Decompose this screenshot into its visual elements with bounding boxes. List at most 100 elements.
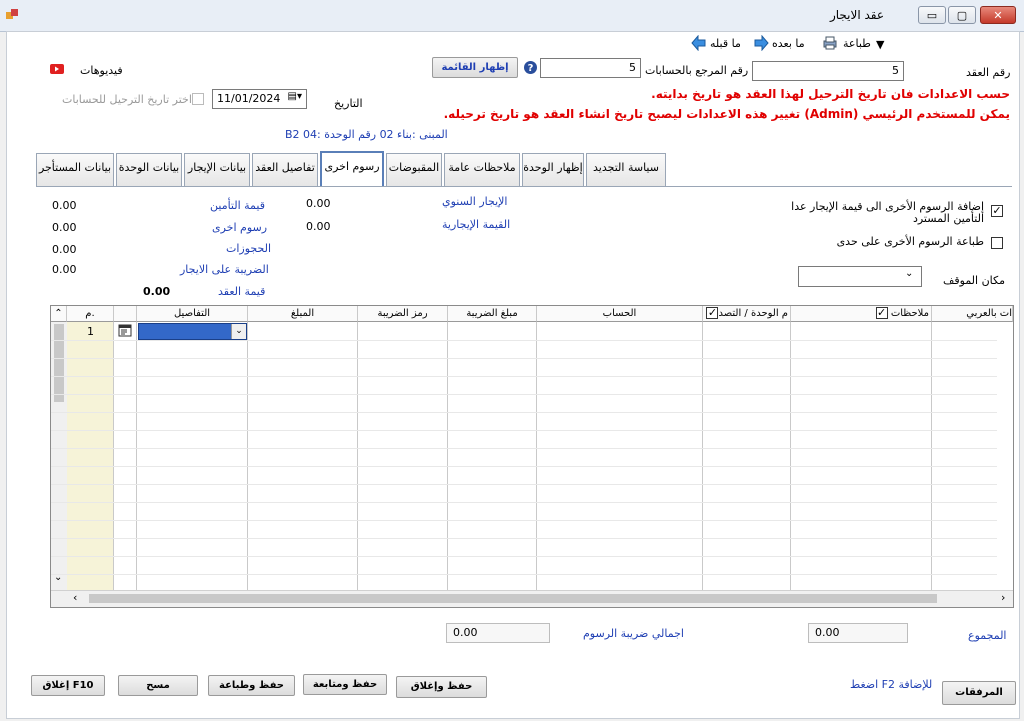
grid-row-line xyxy=(51,520,997,521)
tab-show-unit[interactable]: إظهار الوحدة xyxy=(522,153,584,186)
edit-row-icon[interactable] xyxy=(118,324,132,337)
col-header-tax-code[interactable]: رمز الضريبة xyxy=(358,306,448,322)
rent-value-value: 0.00 xyxy=(306,220,331,233)
col-tax-amount xyxy=(448,322,537,590)
youtube-icon[interactable] xyxy=(50,64,64,74)
tab-receipts[interactable]: المقبوضات xyxy=(386,153,442,186)
warning-line-1: حسب الاعدادات فان تاريخ الترحيل لهذا الع… xyxy=(651,87,1010,101)
scroll-left-icon[interactable]: ‹ xyxy=(73,591,77,604)
row-number-column xyxy=(67,322,114,590)
tab-renewal-policy[interactable]: سياسة التجديد xyxy=(586,153,666,186)
rent-tax-label: الضريبة على الايجار xyxy=(180,263,269,276)
details-dropdown[interactable]: ⌄ xyxy=(138,323,247,340)
col-header-account[interactable]: الحساب xyxy=(537,306,703,322)
save-close-button[interactable]: حفظ وإغلاق xyxy=(396,676,487,698)
row-icon-column xyxy=(114,322,137,590)
minimize-button[interactable]: ▭ xyxy=(918,6,946,24)
scroll-right-icon[interactable]: › xyxy=(1001,591,1005,604)
add-fees-checkbox[interactable]: ✓ xyxy=(991,205,1003,217)
insurance-label: قيمة التأمين xyxy=(210,199,265,212)
col-notes-checkbox[interactable]: ✓ xyxy=(875,307,888,319)
chevron-down-icon[interactable]: ▼ xyxy=(876,38,884,51)
date-value: 11/01/2024 xyxy=(217,92,281,105)
grid-row-line xyxy=(51,430,997,431)
reservations-label: الحجوزات xyxy=(226,242,272,255)
ref-no-field[interactable]: 5 xyxy=(540,58,641,78)
save-print-button[interactable]: حفظ وطباعة xyxy=(208,675,295,696)
horizontal-scrollbar[interactable]: ‹ › xyxy=(51,590,1013,607)
col-notes-label: ملاحظات xyxy=(890,308,929,319)
tax-total-field: 0.00 xyxy=(446,623,550,643)
calendar-dropdown-icon[interactable]: ▤▾ xyxy=(288,91,302,102)
date-picker[interactable]: 11/01/2024 ▤▾ xyxy=(212,89,307,109)
scroll-up-icon[interactable]: ⌃ xyxy=(51,306,67,322)
other-fees-label: رسوم اخرى xyxy=(212,221,268,234)
maximize-button[interactable]: ▢ xyxy=(948,6,976,24)
tab-other-fees[interactable]: رسوم اخرى xyxy=(320,151,384,186)
save-continue-button[interactable]: حفظ ومتابعة xyxy=(303,674,387,695)
contract-value-label: قيمة العقد xyxy=(218,285,266,298)
tab-contract-details[interactable]: تفاصيل العقد xyxy=(252,153,318,186)
printer-icon[interactable] xyxy=(822,35,838,51)
col-notes xyxy=(791,322,932,590)
f2-hint: اضغط F2 للإضافة xyxy=(850,678,933,691)
col-unit-checkbox[interactable]: ✓ xyxy=(706,307,719,319)
close-button[interactable]: ✕ xyxy=(980,6,1016,24)
close-f10-button[interactable]: إغلاق F10 xyxy=(31,675,105,696)
grid-row-line xyxy=(51,412,997,413)
grid-row-line xyxy=(51,574,997,575)
attachments-button[interactable]: المرفقات xyxy=(942,681,1016,705)
col-header-amount[interactable]: المبلغ xyxy=(248,306,358,322)
arrow-right-icon[interactable] xyxy=(753,35,769,51)
vertical-scrollbar[interactable]: ⌄ xyxy=(51,322,67,590)
videos-label[interactable]: فيديوهات xyxy=(80,64,123,77)
col-header-tax-amount[interactable]: مبلغ الضريبة xyxy=(448,306,537,322)
help-icon[interactable]: ? xyxy=(523,60,538,75)
parking-label: مكان الموقف xyxy=(943,274,1005,287)
print-fees-label: طباعة الرسوم الأخرى على حدى xyxy=(836,235,984,248)
tab-general-notes[interactable]: ملاحظات عامة xyxy=(444,153,520,186)
posting-date-checkbox[interactable] xyxy=(192,93,204,105)
col-tax-code xyxy=(358,322,448,590)
col-header-icon xyxy=(114,306,137,322)
next-button[interactable]: ما بعده xyxy=(772,37,805,50)
col-account xyxy=(537,322,703,590)
posting-date-label: اختر تاريخ الترحيل للحسابات xyxy=(62,93,192,106)
annual-rent-value: 0.00 xyxy=(306,197,331,210)
contract-no-field[interactable]: 5 xyxy=(752,61,904,81)
contract-value-value: 0.00 xyxy=(143,285,171,298)
tax-total-label: اجمالي ضريبة الرسوم xyxy=(583,627,684,640)
tab-divider xyxy=(36,186,1012,187)
grid-row-line xyxy=(51,556,997,557)
grid-row-line xyxy=(51,466,997,467)
parking-select[interactable]: ⌄ xyxy=(798,266,922,287)
col-header-notes[interactable]: ✓ ملاحظات xyxy=(791,306,932,322)
total-field: 0.00 xyxy=(808,623,908,643)
date-label: التاريخ xyxy=(334,97,363,110)
contract-no-label: رقم العقد xyxy=(966,66,1011,79)
unit-info: المبنى :بناء 02 رقم الوحدة :B2 04 xyxy=(285,128,448,141)
col-header-arabic[interactable]: ات بالعربي xyxy=(932,306,1013,322)
insurance-value: 0.00 xyxy=(52,199,77,212)
show-list-button[interactable]: إظهار القائمة xyxy=(432,57,518,78)
col-header-details[interactable]: التفاصيل xyxy=(137,306,248,322)
print-button[interactable]: طباعة xyxy=(843,37,871,50)
print-fees-checkbox[interactable] xyxy=(991,237,1003,249)
total-label: المجموع xyxy=(968,629,1007,642)
arrow-left-icon[interactable] xyxy=(691,35,707,51)
col-header-unit[interactable]: ✓م الوحدة / التصد xyxy=(703,306,791,322)
grid-row-line xyxy=(51,340,997,341)
col-header-no[interactable]: م. xyxy=(67,306,114,322)
tab-tenant-data[interactable]: بيانات المستأجر xyxy=(36,153,114,186)
grid-row-line xyxy=(51,502,997,503)
tab-rent-data[interactable]: بيانات الإيجار xyxy=(184,153,250,186)
chevron-down-icon[interactable]: ⌄ xyxy=(231,324,246,339)
fees-grid[interactable]: ⌃ ⌄ م. التفاصيل المبلغ رمز الضريبة مبلغ … xyxy=(50,305,1014,608)
col-unit-label: م الوحدة / التصد xyxy=(718,308,788,319)
title-bar: عقد الايجار ▭ ▢ ✕ xyxy=(0,0,1024,32)
rent-tax-value: 0.00 xyxy=(52,263,77,276)
rent-value-label: القيمة الإيجارية xyxy=(442,218,511,231)
tab-unit-data[interactable]: بيانات الوحدة xyxy=(116,153,182,186)
prev-button[interactable]: ما قبله xyxy=(710,37,741,50)
clear-button[interactable]: مسح xyxy=(118,675,198,696)
